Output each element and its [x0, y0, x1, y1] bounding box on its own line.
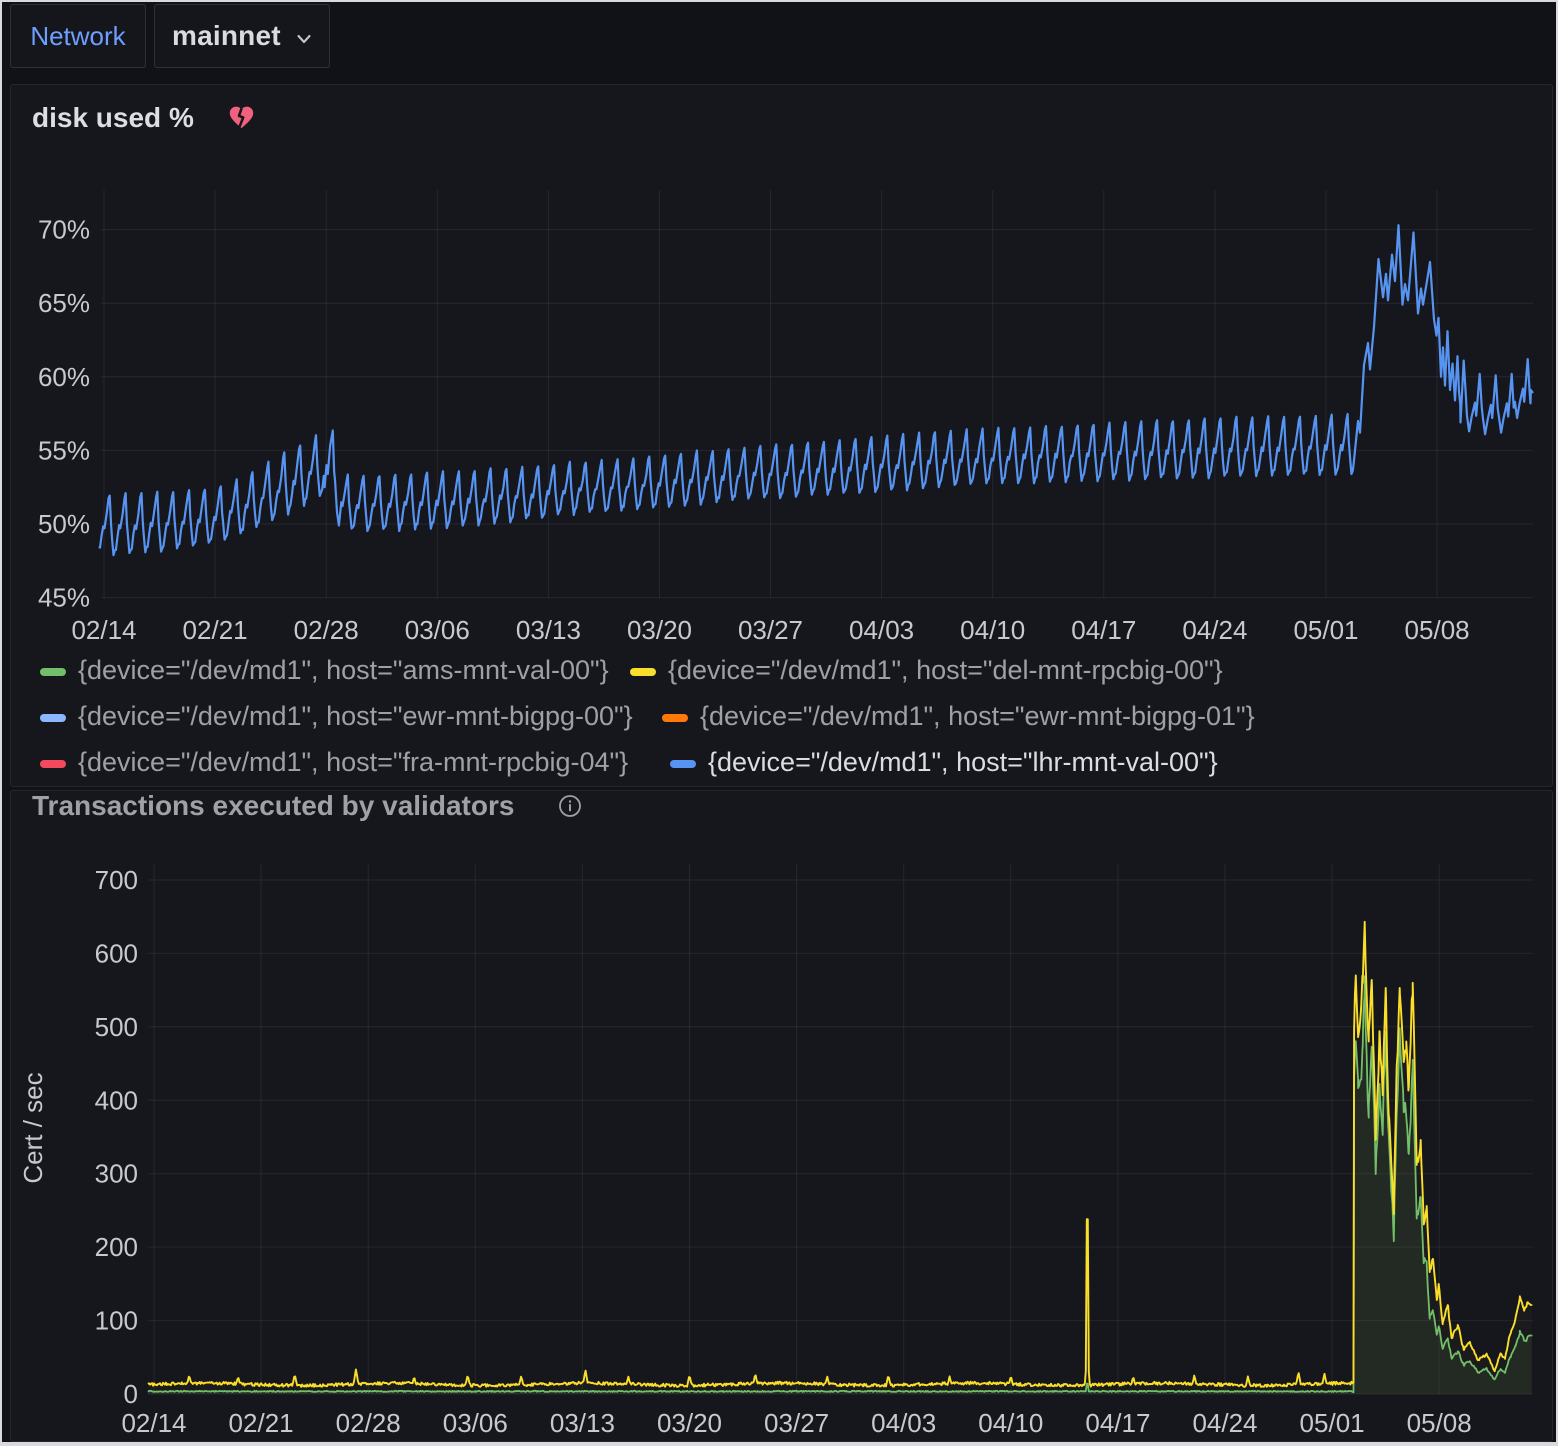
svg-text:200: 200 [95, 1232, 138, 1262]
svg-text:70%: 70% [38, 215, 90, 245]
svg-text:04/03: 04/03 [849, 615, 914, 645]
svg-text:03/13: 03/13 [516, 615, 581, 645]
svg-text:04/24: 04/24 [1192, 1408, 1257, 1438]
svg-text:04/10: 04/10 [978, 1408, 1043, 1438]
svg-text:500: 500 [95, 1012, 138, 1042]
svg-text:03/20: 03/20 [657, 1408, 722, 1438]
svg-text:700: 700 [95, 865, 138, 895]
svg-text:600: 600 [95, 938, 138, 968]
svg-text:02/14: 02/14 [71, 615, 136, 645]
svg-text:50%: 50% [38, 509, 90, 539]
svg-text:03/06: 03/06 [443, 1408, 508, 1438]
svg-text:05/01: 05/01 [1300, 1408, 1365, 1438]
svg-text:02/28: 02/28 [336, 1408, 401, 1438]
svg-text:05/08: 05/08 [1405, 615, 1470, 645]
svg-text:03/27: 03/27 [764, 1408, 829, 1438]
svg-text:04/17: 04/17 [1071, 615, 1136, 645]
svg-text:100: 100 [95, 1306, 138, 1336]
svg-text:04/17: 04/17 [1085, 1408, 1150, 1438]
svg-text:55%: 55% [38, 435, 90, 465]
svg-text:05/01: 05/01 [1293, 615, 1358, 645]
svg-text:03/06: 03/06 [405, 615, 470, 645]
svg-text:02/21: 02/21 [183, 615, 248, 645]
svg-text:02/28: 02/28 [294, 615, 359, 645]
svg-text:03/27: 03/27 [738, 615, 803, 645]
svg-text:65%: 65% [38, 288, 90, 318]
svg-text:05/08: 05/08 [1407, 1408, 1472, 1438]
svg-text:04/03: 04/03 [871, 1408, 936, 1438]
svg-text:04/24: 04/24 [1182, 615, 1247, 645]
svg-text:04/10: 04/10 [960, 615, 1025, 645]
svg-text:02/21: 02/21 [229, 1408, 294, 1438]
svg-text:0: 0 [124, 1379, 138, 1409]
svg-text:400: 400 [95, 1085, 138, 1115]
svg-text:02/14: 02/14 [121, 1408, 186, 1438]
svg-text:60%: 60% [38, 362, 90, 392]
svg-text:45%: 45% [38, 583, 90, 613]
svg-text:03/20: 03/20 [627, 615, 692, 645]
svg-text:03/13: 03/13 [550, 1408, 615, 1438]
svg-text:Cert / sec: Cert / sec [18, 1072, 48, 1183]
svg-text:300: 300 [95, 1159, 138, 1189]
